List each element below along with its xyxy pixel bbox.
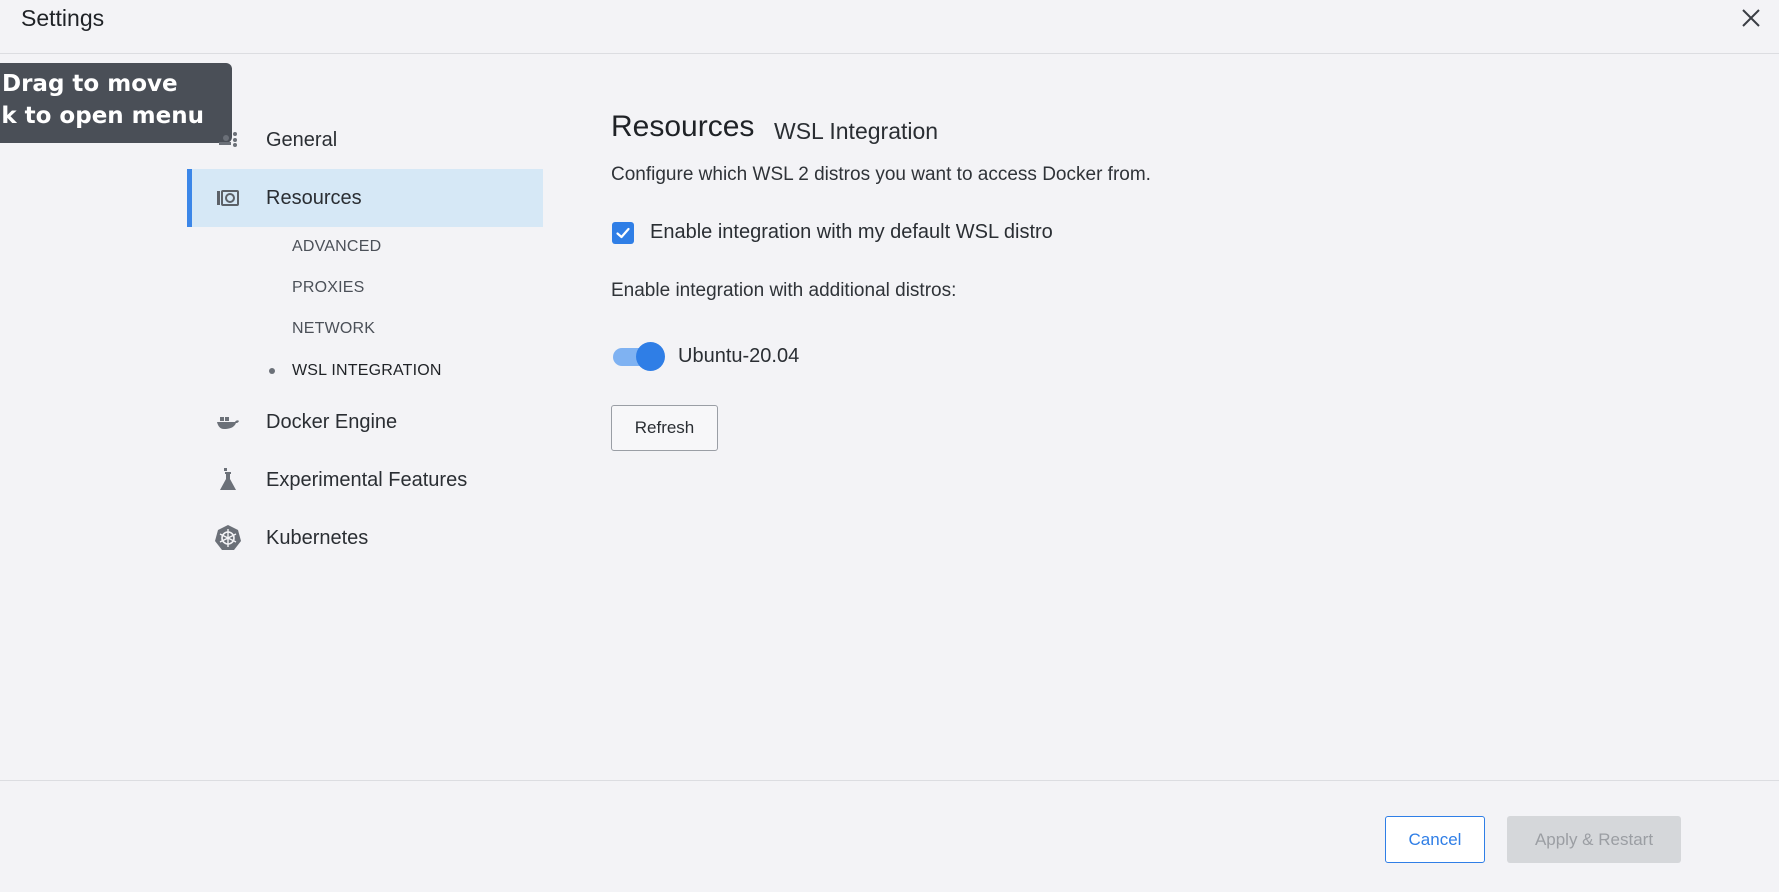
additional-distros-label: Enable integration with additional distr… xyxy=(611,280,957,301)
sidebar-subitem-proxies[interactable]: PROXIES xyxy=(292,279,365,297)
sidebar-item-experimental-features[interactable]: Experimental Features xyxy=(187,451,543,509)
sidebar-subitem-advanced[interactable]: ADVANCED xyxy=(292,238,381,256)
tooltip-line-2: ck to open menu xyxy=(0,103,204,129)
sidebar-subitem-wsl-integration[interactable]: WSL INTEGRATION xyxy=(292,362,442,380)
window-title: Settings xyxy=(21,5,105,31)
default-distro-checkbox[interactable] xyxy=(612,222,634,244)
kubernetes-helm-icon xyxy=(214,524,242,552)
footer-divider xyxy=(0,780,1779,781)
current-subitem-bullet xyxy=(269,368,275,374)
toggle-knob xyxy=(636,342,665,371)
page-subtitle: WSL Integration xyxy=(774,118,939,144)
sidebar-item-docker-engine[interactable]: Docker Engine xyxy=(187,393,543,451)
sidebar-item-label: Kubernetes xyxy=(266,526,369,549)
cancel-button[interactable]: Cancel xyxy=(1385,816,1485,863)
sidebar-subitem-network[interactable]: NETWORK xyxy=(292,320,375,338)
close-icon xyxy=(1742,9,1760,27)
sidebar-item-label: General xyxy=(266,128,338,151)
sidebar-item-label: Experimental Features xyxy=(266,468,468,491)
general-sliders-icon xyxy=(214,126,242,154)
ubuntu-distro-toggle[interactable] xyxy=(611,341,665,371)
sidebar-item-resources[interactable]: Resources xyxy=(187,169,543,227)
page-description: Configure which WSL 2 distros you want t… xyxy=(611,164,1151,185)
checkmark-icon xyxy=(616,227,630,239)
tooltip-line-1: Drag to move xyxy=(2,71,178,97)
sidebar-item-general[interactable]: General xyxy=(187,111,543,169)
docker-whale-icon xyxy=(214,408,242,436)
close-button[interactable] xyxy=(1735,2,1767,34)
distro-name: Ubuntu-20.04 xyxy=(678,345,800,367)
page-title: Resources xyxy=(611,110,755,143)
sidebar-item-label: Resources xyxy=(266,186,362,209)
default-distro-checkbox-label[interactable]: Enable integration with my default WSL d… xyxy=(650,221,1053,244)
flask-icon xyxy=(214,466,242,494)
title-bar: Settings xyxy=(0,0,1779,54)
refresh-button[interactable]: Refresh xyxy=(611,405,718,451)
sidebar-item-kubernetes[interactable]: Kubernetes xyxy=(187,509,543,567)
apply-restart-button[interactable]: Apply & Restart xyxy=(1507,816,1681,863)
resources-icon xyxy=(214,184,242,212)
sidebar-item-label: Docker Engine xyxy=(266,410,398,433)
